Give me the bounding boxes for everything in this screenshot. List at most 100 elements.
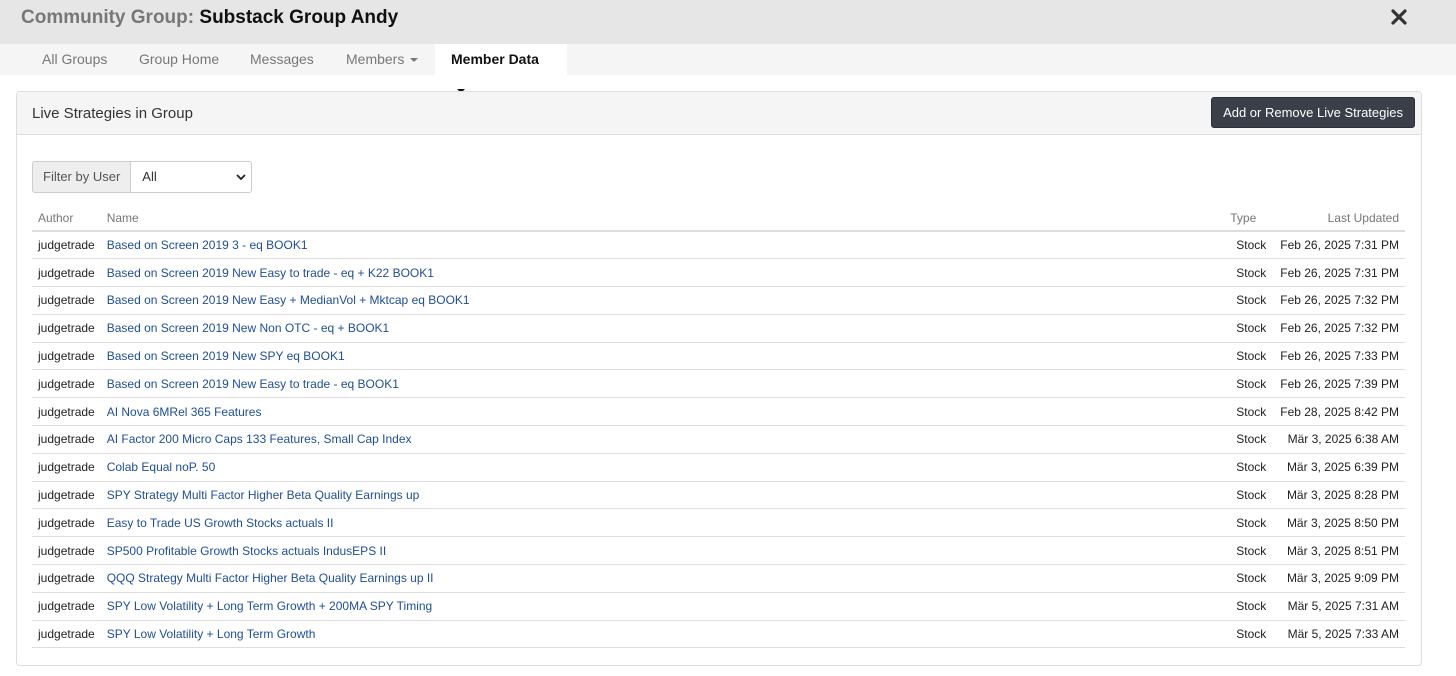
row-author: judgetrade xyxy=(32,314,101,343)
selected-value: All xyxy=(142,169,157,184)
row-type: Stock xyxy=(1214,397,1275,427)
strategy-link[interactable]: Based on Screen 2019 New Easy to trade -… xyxy=(107,266,434,280)
table-header-row: Author Name Type Last Updated xyxy=(32,205,1405,232)
caret-down-icon xyxy=(410,58,419,63)
strategy-link[interactable]: Based on Screen 2019 New SPY eq BOOK1 xyxy=(107,349,345,363)
row-last-updated: Mär 5, 2025 7:33 AM xyxy=(1274,620,1405,649)
row-name: SPY Low Volatility + Long Term Growth + … xyxy=(100,592,1215,621)
column-author[interactable]: Author xyxy=(32,205,101,232)
row-author: judgetrade xyxy=(32,342,101,371)
tab-messages[interactable]: Messages xyxy=(234,44,330,75)
table-row: judgetrade SP500 Profitable Growth Stocks… xyxy=(32,536,1405,566)
row-last-updated: Mär 3, 2025 9:09 PM xyxy=(1274,564,1405,593)
group-name: Substack Group Andy xyxy=(199,7,399,28)
table-row: judgetrade AI Nova 6MRel 365 Features Stoc… xyxy=(32,397,1405,427)
row-name: Based on Screen 2019 3 - eq BOOK1 xyxy=(100,231,1215,260)
strategy-link[interactable]: Colab Equal noP. 50 xyxy=(107,460,216,474)
row-name: SPY Low Volatility + Long Term Growth xyxy=(100,620,1215,649)
column-type[interactable]: Type xyxy=(1214,205,1275,232)
row-type: Stock xyxy=(1214,508,1275,538)
row-author: judgetrade xyxy=(32,508,101,538)
table-row: judgetrade Based on Screen 2019 New Easy … xyxy=(32,369,1405,399)
table-row: judgetrade Easy to Trade US Growth Stocks… xyxy=(32,508,1405,538)
row-type: Stock xyxy=(1214,314,1275,343)
tab-all-groups[interactable]: All Groups xyxy=(26,44,123,75)
row-type: Stock xyxy=(1214,231,1275,260)
table-row: judgetrade QQQ Strategy Multi Factor High… xyxy=(32,564,1405,593)
strategy-link[interactable]: SPY Low Volatility + Long Term Growth + … xyxy=(107,599,433,613)
row-author: judgetrade xyxy=(32,258,101,288)
row-author: judgetrade xyxy=(32,620,101,649)
row-type: Stock xyxy=(1214,342,1275,371)
panel-title: Live Strategies in Group xyxy=(32,105,193,122)
table-row: judgetrade Colab Equal noP. 50 Stock Mär 3,… xyxy=(32,453,1405,482)
filter-by-user: Filter by User All xyxy=(32,161,253,193)
row-name: Based on Screen 2019 New SPY eq BOOK1 xyxy=(100,342,1215,371)
close-icon xyxy=(1391,9,1407,25)
row-author: judgetrade xyxy=(32,286,101,315)
row-name: QQQ Strategy Multi Factor Higher Beta Qu… xyxy=(100,564,1215,593)
row-type: Stock xyxy=(1214,592,1275,621)
row-last-updated: Mär 3, 2025 8:50 PM xyxy=(1274,508,1405,538)
strategy-link[interactable]: Based on Screen 2019 New Non OTC - eq + … xyxy=(107,321,389,335)
row-name: Colab Equal noP. 50 xyxy=(100,453,1215,482)
row-last-updated: Feb 26, 2025 7:32 PM xyxy=(1274,286,1405,315)
row-type: Stock xyxy=(1214,481,1275,510)
row-type: Stock xyxy=(1214,453,1275,482)
row-name: Based on Screen 2019 New Non OTC - eq + … xyxy=(100,314,1215,343)
strategy-link[interactable]: Based on Screen 2019 3 - eq BOOK1 xyxy=(107,238,308,252)
row-author: judgetrade xyxy=(32,369,101,399)
row-last-updated: Feb 28, 2025 8:42 PM xyxy=(1274,397,1405,427)
live-strategies-panel: Live Strategies in Group Add or Remove L… xyxy=(16,91,1422,666)
row-name: Based on Screen 2019 New Easy to trade -… xyxy=(100,369,1215,399)
row-name: Based on Screen 2019 New Easy to trade -… xyxy=(100,258,1215,288)
filter-label: Filter by User xyxy=(32,161,132,193)
chevron-down-icon xyxy=(236,174,246,181)
row-type: Stock xyxy=(1214,620,1275,649)
row-author: judgetrade xyxy=(32,425,101,454)
tab-label: Messages xyxy=(250,51,314,67)
tab-label: Members xyxy=(346,51,405,67)
row-name: AI Factor 200 Micro Caps 133 Features, S… xyxy=(100,425,1215,454)
column-last-updated[interactable]: Last Updated xyxy=(1274,205,1405,232)
strategy-link[interactable]: Based on Screen 2019 New Easy + MedianVo… xyxy=(107,293,470,307)
row-author: judgetrade xyxy=(32,231,101,260)
row-last-updated: Feb 26, 2025 7:31 PM xyxy=(1274,231,1405,260)
tab-group-home[interactable]: Group Home xyxy=(123,44,235,75)
strategy-link[interactable]: SP500 Profitable Growth Stocks actuals I… xyxy=(107,544,386,558)
strategy-link[interactable]: AI Factor 200 Micro Caps 133 Features, S… xyxy=(107,432,412,446)
strategy-link[interactable]: Based on Screen 2019 New Easy to trade -… xyxy=(107,377,399,391)
row-name: Easy to Trade US Growth Stocks actuals I… xyxy=(100,508,1215,538)
row-type: Stock xyxy=(1214,369,1275,399)
row-name: Based on Screen 2019 New Easy + MedianVo… xyxy=(100,286,1215,315)
row-last-updated: Feb 26, 2025 7:32 PM xyxy=(1274,314,1405,343)
row-type: Stock xyxy=(1214,286,1275,315)
close-button[interactable] xyxy=(1388,6,1410,28)
row-type: Stock xyxy=(1214,564,1275,593)
strategy-link[interactable]: QQQ Strategy Multi Factor Higher Beta Qu… xyxy=(107,571,434,585)
strategy-link[interactable]: Easy to Trade US Growth Stocks actuals I… xyxy=(107,516,334,530)
strategies-table: Author Name Type Last Updated judgetrade… xyxy=(32,205,1405,649)
strategy-link[interactable]: SPY Low Volatility + Long Term Growth xyxy=(107,627,316,641)
row-name: SP500 Profitable Growth Stocks actuals I… xyxy=(100,536,1215,566)
table-row: judgetrade Based on Screen 2019 New Non O… xyxy=(32,314,1405,343)
strategy-link[interactable]: AI Nova 6MRel 365 Features xyxy=(107,405,262,419)
row-last-updated: Mär 3, 2025 6:38 AM xyxy=(1274,425,1405,454)
user-filter-select[interactable]: All xyxy=(131,161,253,193)
tab-member-data[interactable]: Member Data xyxy=(435,44,567,94)
table-row: judgetrade Based on Screen 2019 New Easy … xyxy=(32,286,1405,315)
row-author: judgetrade xyxy=(32,564,101,593)
table-row: judgetrade Based on Screen 2019 New SPY e… xyxy=(32,342,1405,371)
tab-members[interactable]: Members xyxy=(330,44,434,75)
strategy-link[interactable]: SPY Strategy Multi Factor Higher Beta Qu… xyxy=(107,488,420,502)
table-row: judgetrade SPY Low Volatility + Long Term… xyxy=(32,620,1405,649)
table-row: judgetrade SPY Low Volatility + Long Term… xyxy=(32,592,1405,621)
row-author: judgetrade xyxy=(32,592,101,621)
column-name[interactable]: Name xyxy=(100,205,1215,232)
add-remove-strategies-button[interactable]: Add or Remove Live Strategies xyxy=(1211,97,1415,128)
row-type: Stock xyxy=(1214,258,1275,288)
row-name: SPY Strategy Multi Factor Higher Beta Qu… xyxy=(100,481,1215,510)
row-name: AI Nova 6MRel 365 Features xyxy=(100,397,1215,427)
row-author: judgetrade xyxy=(32,481,101,510)
row-type: Stock xyxy=(1214,536,1275,566)
